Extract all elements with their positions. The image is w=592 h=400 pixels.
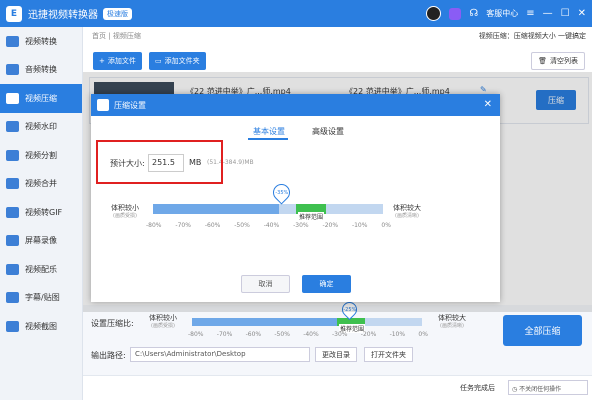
clear-list-button[interactable]: 🗑 清空列表 <box>531 52 585 70</box>
change-dir-button[interactable]: 更改目录 <box>315 347 357 362</box>
add-file-button[interactable]: + 添加文件 <box>93 52 142 70</box>
bottom-slider-ticks: -80% -70% -60% -50% -40% -30% -20% -10% 0% <box>188 331 428 338</box>
screen-record-icon <box>6 235 19 247</box>
watermark-icon <box>6 121 19 133</box>
confirm-button[interactable]: 确定 <box>302 275 351 293</box>
sidebar-item-subtitle[interactable]: 字幕/贴图 <box>0 284 82 313</box>
ratio-label: 设置压缩比: <box>91 319 134 328</box>
merge-icon <box>6 178 19 190</box>
edition-badge: 极速版 <box>103 7 132 20</box>
plus-icon: + <box>99 57 105 65</box>
bottom-compress-slider[interactable]: -25% <box>192 298 422 326</box>
dialog-large-label: 体积较大 (画质清晰) <box>393 204 421 220</box>
video-convert-icon <box>6 35 19 47</box>
cancel-button[interactable]: 取消 <box>241 275 290 293</box>
sidebar-item-split[interactable]: 视频分割 <box>0 141 82 170</box>
trash-icon: 🗑 <box>538 57 547 65</box>
app-icon <box>97 99 109 111</box>
tab-indicator <box>248 138 288 140</box>
output-path-field[interactable]: C:\Users\Administrator\Desktop <box>130 347 310 362</box>
sidebar-item-merge[interactable]: 视频合并 <box>0 170 82 199</box>
task-done-label: 任务完成后 <box>460 384 495 392</box>
dialog-title: 压缩设置 <box>114 100 146 110</box>
dialog-slider-handle[interactable]: -35% <box>269 180 294 205</box>
support-link[interactable]: 客服中心 <box>486 8 518 19</box>
gif-icon <box>6 206 19 218</box>
sidebar-item-watermark[interactable]: 视频水印 <box>0 113 82 142</box>
headset-icon[interactable]: ☊ <box>469 8 478 19</box>
sidebar-item-audio-convert[interactable]: 音频转换 <box>0 56 82 85</box>
tab-advanced[interactable]: 高级设置 <box>312 126 344 137</box>
avatar[interactable] <box>426 6 442 21</box>
sidebar-item-video-convert[interactable]: 视频转换 <box>0 27 82 56</box>
sidebar-item-screenshot[interactable]: 视频截图 <box>0 312 82 341</box>
sidebar-item-screen-record[interactable]: 屏幕录像 <box>0 227 82 256</box>
task-done-select[interactable]: ◷ 不关闭任何操作 <box>508 380 588 395</box>
toolbar: + 添加文件 ▭ 添加文件夹 🗑 清空列表 <box>89 52 589 72</box>
compress-settings-dialog: 压缩设置 ✕ 基本设置 高级设置 预计大小: 251.5 MB (51.4-38… <box>91 94 500 302</box>
sidebar-item-gif[interactable]: 视频转GIF <box>0 198 82 227</box>
dialog-small-label: 体积较小 (画质受损) <box>111 204 139 220</box>
menu-icon[interactable]: ≡ <box>526 8 534 19</box>
vip-icon[interactable] <box>449 7 462 20</box>
page-subtitle: 视频压缩：压缩视频大小 一键搞定 <box>478 32 586 40</box>
screenshot-icon <box>6 320 19 332</box>
dialog-close-button[interactable]: ✕ <box>484 99 492 110</box>
breadcrumb-home[interactable]: 首页 <box>92 32 106 40</box>
sidebar-item-video-compress[interactable]: 视频压缩 <box>0 84 82 113</box>
title-bar: E 迅捷视频转换器 极速版 ☊ 客服中心 ≡ — ☐ ✕ <box>0 0 592 27</box>
music-icon <box>6 263 19 275</box>
maximize-button[interactable]: ☐ <box>561 8 570 19</box>
output-path-label: 输出路径: <box>91 351 126 360</box>
add-folder-button[interactable]: ▭ 添加文件夹 <box>149 52 206 70</box>
open-folder-button[interactable]: 打开文件夹 <box>364 347 413 362</box>
dialog-slider-ticks: -80% -70% -60% -50% -40% -30% -20% -10% 0% <box>146 222 391 229</box>
sidebar-item-music[interactable]: 视频配乐 <box>0 255 82 284</box>
dialog-compress-slider[interactable]: -35% <box>153 180 383 214</box>
dialog-header: 压缩设置 <box>91 94 500 116</box>
close-button[interactable]: ✕ <box>578 8 586 19</box>
bottom-large-label: 体积较大 (画质清晰) <box>438 314 466 330</box>
split-icon <box>6 149 19 161</box>
status-bar: 任务完成后 ◷ 不关闭任何操作 <box>83 375 592 400</box>
breadcrumb-current: 视频压缩 <box>112 32 141 40</box>
folder-icon: ▭ <box>155 57 162 65</box>
subtitle-icon <box>6 292 19 304</box>
app-logo: E <box>6 5 22 22</box>
video-compress-icon <box>6 92 19 104</box>
compress-all-button[interactable]: 全部压缩 <box>503 315 582 346</box>
bottom-small-label: 体积较小 (画质受损) <box>149 314 177 330</box>
highlight-box <box>96 140 223 184</box>
tab-basic[interactable]: 基本设置 <box>253 126 285 137</box>
sidebar: 视频转换 音频转换 视频压缩 视频水印 视频分割 视频合并 视频转GIF 屏幕录… <box>0 27 83 400</box>
dialog-recommend-label: 推荐范围 <box>298 212 325 221</box>
audio-convert-icon <box>6 64 19 76</box>
breadcrumb: 首页 | 视频压缩 <box>92 32 141 40</box>
minimize-button[interactable]: — <box>543 8 553 19</box>
app-title: 迅捷视频转换器 <box>28 10 98 21</box>
